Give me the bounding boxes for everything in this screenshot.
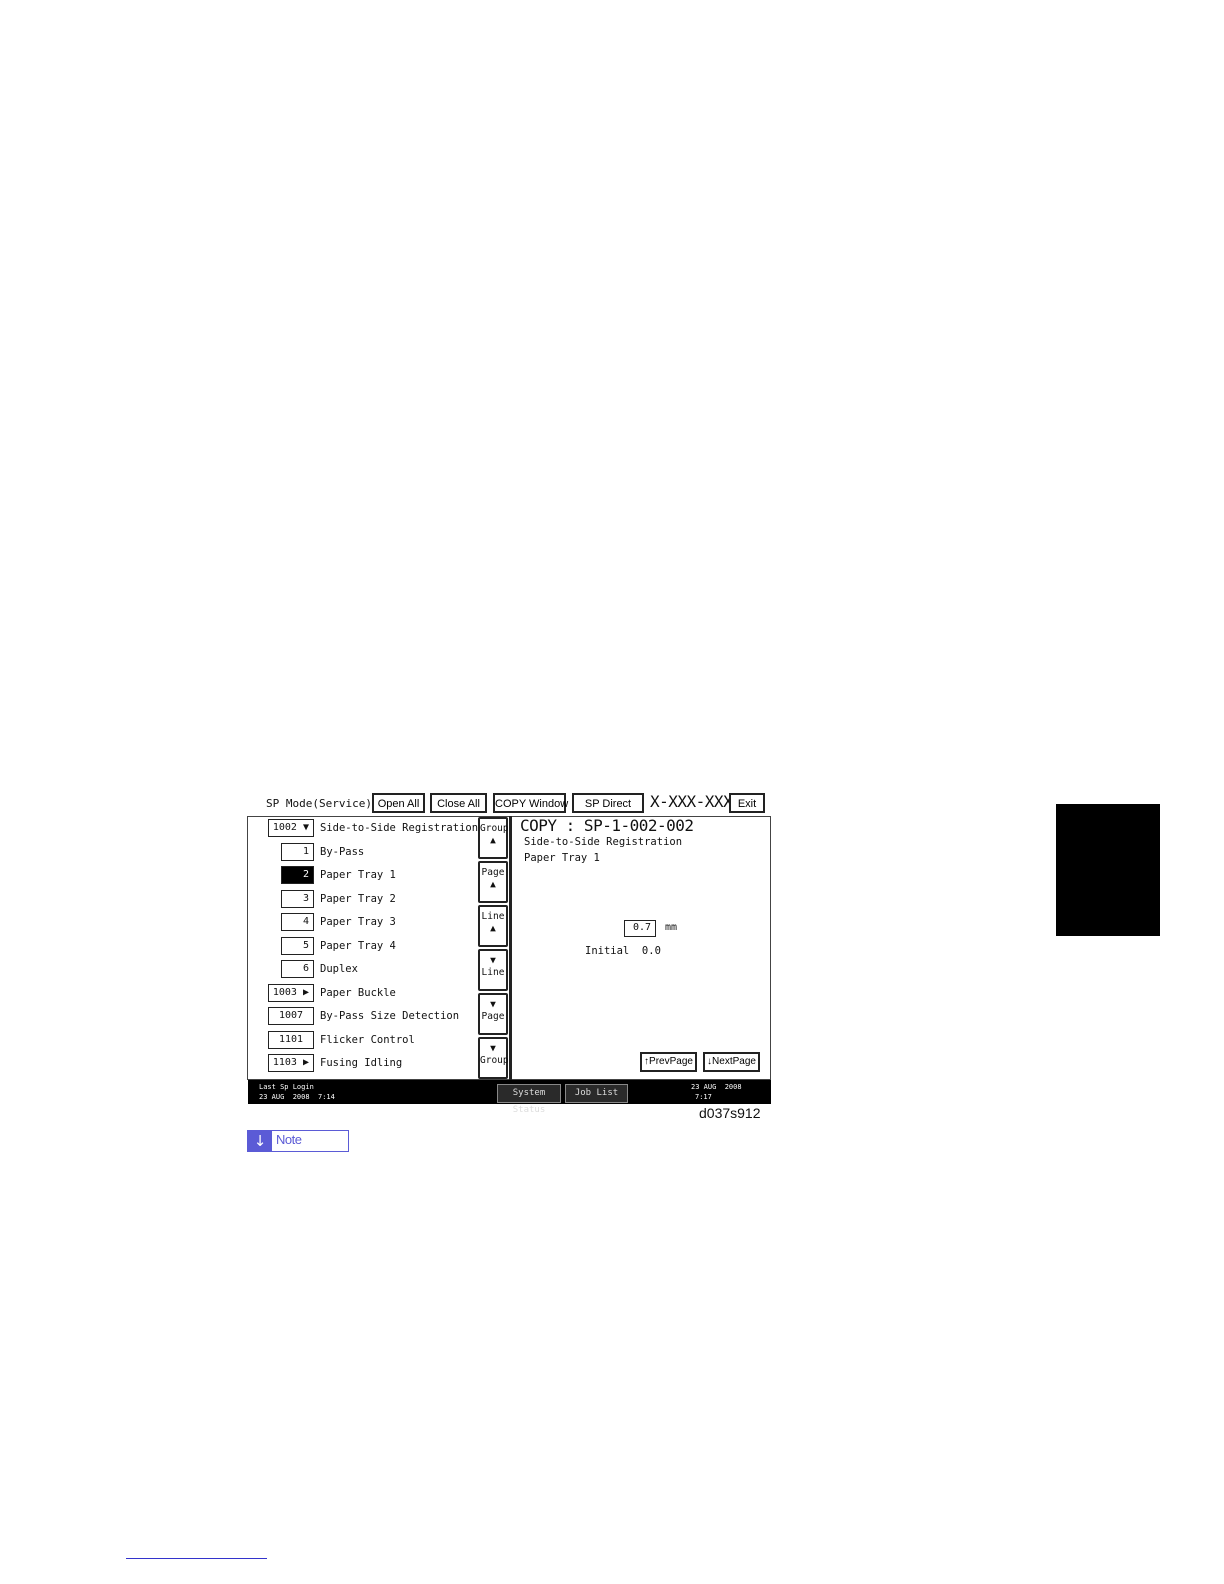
note-header: ↓ Note [247,1130,349,1152]
nav-label: Group [480,823,509,834]
sp-item-name: Paper Tray 1 [524,852,600,864]
note-label: Note [276,1132,302,1147]
list-item-label: Side-to-Side Registration [320,822,479,834]
initial-number: 0.0 [641,945,661,957]
line-down-button[interactable]: ▼ Line [478,949,508,991]
value-input[interactable]: 0.7 [624,920,656,937]
group-number-box[interactable]: 1103 ▶ [268,1054,314,1072]
system-status-button[interactable]: System Status [497,1084,561,1115]
item-number-box[interactable]: 5 [281,937,314,955]
group-up-button[interactable]: Group ▲ [478,817,509,859]
list-item-label: Duplex [320,963,358,975]
item-number-box[interactable]: 3 [281,890,314,908]
exit-button[interactable]: Exit [729,793,765,813]
line-up-button[interactable]: Line ▲ [478,905,508,947]
down-arrow-icon: ▼ [490,1043,496,1054]
status-date: 23 AUG 2008 [691,1083,742,1091]
up-arrow-icon: ▲ [490,879,496,890]
list-item-label: By-Pass [320,846,365,858]
close-all-button[interactable]: Close All [430,793,487,813]
nav-label: Line [481,911,505,922]
list-item-label: Paper Tray 1 [320,869,396,881]
list-item-label: Flicker Control [320,1034,415,1046]
item-number-box-selected[interactable]: 2 [281,866,314,884]
last-login-time: 23 AUG 2008 7:14 [259,1093,335,1101]
item-number-box[interactable]: 6 [281,960,314,978]
chapter-tab [1056,804,1160,936]
nav-label: Page [481,1011,505,1022]
group-number-box[interactable]: 1002 ▼ [268,819,314,837]
sp-item-group-name: Side-to-Side Registration [524,836,683,848]
item-number-box[interactable]: 4 [281,913,314,931]
page-down-button[interactable]: ▼ Page [478,993,508,1035]
sp-mode-title: SP Mode(Service) [266,797,372,810]
page-up-button[interactable]: Page ▲ [478,861,508,903]
list-item-label: Fusing Idling [320,1057,403,1069]
figure-id: d037s912 [699,1105,761,1121]
copy-window-button[interactable]: COPY Window [493,793,568,813]
group-number-box[interactable]: 1101 [268,1031,314,1049]
last-login-label: Last Sp Login [259,1083,314,1091]
sp-code-label: X-XXX-XXX [650,792,733,811]
open-all-button[interactable]: Open All [372,793,425,813]
item-number-box[interactable]: 1 [281,843,314,861]
up-arrow-icon: ▲ [490,835,496,846]
panel-divider [509,816,512,1080]
nav-label: Page [481,867,505,878]
sp-item-title: COPY : SP-1-002-002 [520,816,694,835]
prev-page-button[interactable]: ↑PrevPage [640,1052,697,1072]
nav-label: Line [481,967,505,978]
list-item-label: Paper Buckle [320,987,396,999]
list-item-label: Paper Tray 4 [320,940,396,952]
initial-value: Initial 0.0 [585,945,661,957]
footer-link-line [126,1558,267,1559]
down-arrow-icon: ▼ [490,999,496,1010]
status-time: 7:17 [695,1093,712,1101]
sp-direct-button[interactable]: SP Direct [572,793,644,813]
unit-label: mm [665,922,678,933]
group-down-button[interactable]: ▼ Group [478,1037,509,1079]
job-list-button[interactable]: Job List [565,1084,628,1103]
down-arrow-icon: ↓ [248,1131,272,1151]
down-arrow-icon: ▼ [490,955,496,966]
up-arrow-icon: ▲ [490,923,496,934]
next-page-button[interactable]: ↓NextPage [703,1052,760,1072]
group-number-box[interactable]: 1007 [268,1007,314,1025]
list-item-label: Paper Tray 3 [320,916,396,928]
list-item-label: By-Pass Size Detection [320,1010,460,1022]
initial-label: Initial [585,945,630,957]
list-item-label: Paper Tray 2 [320,893,396,905]
group-number-box[interactable]: 1003 ▶ [268,984,314,1002]
nav-label: Group [480,1055,509,1066]
